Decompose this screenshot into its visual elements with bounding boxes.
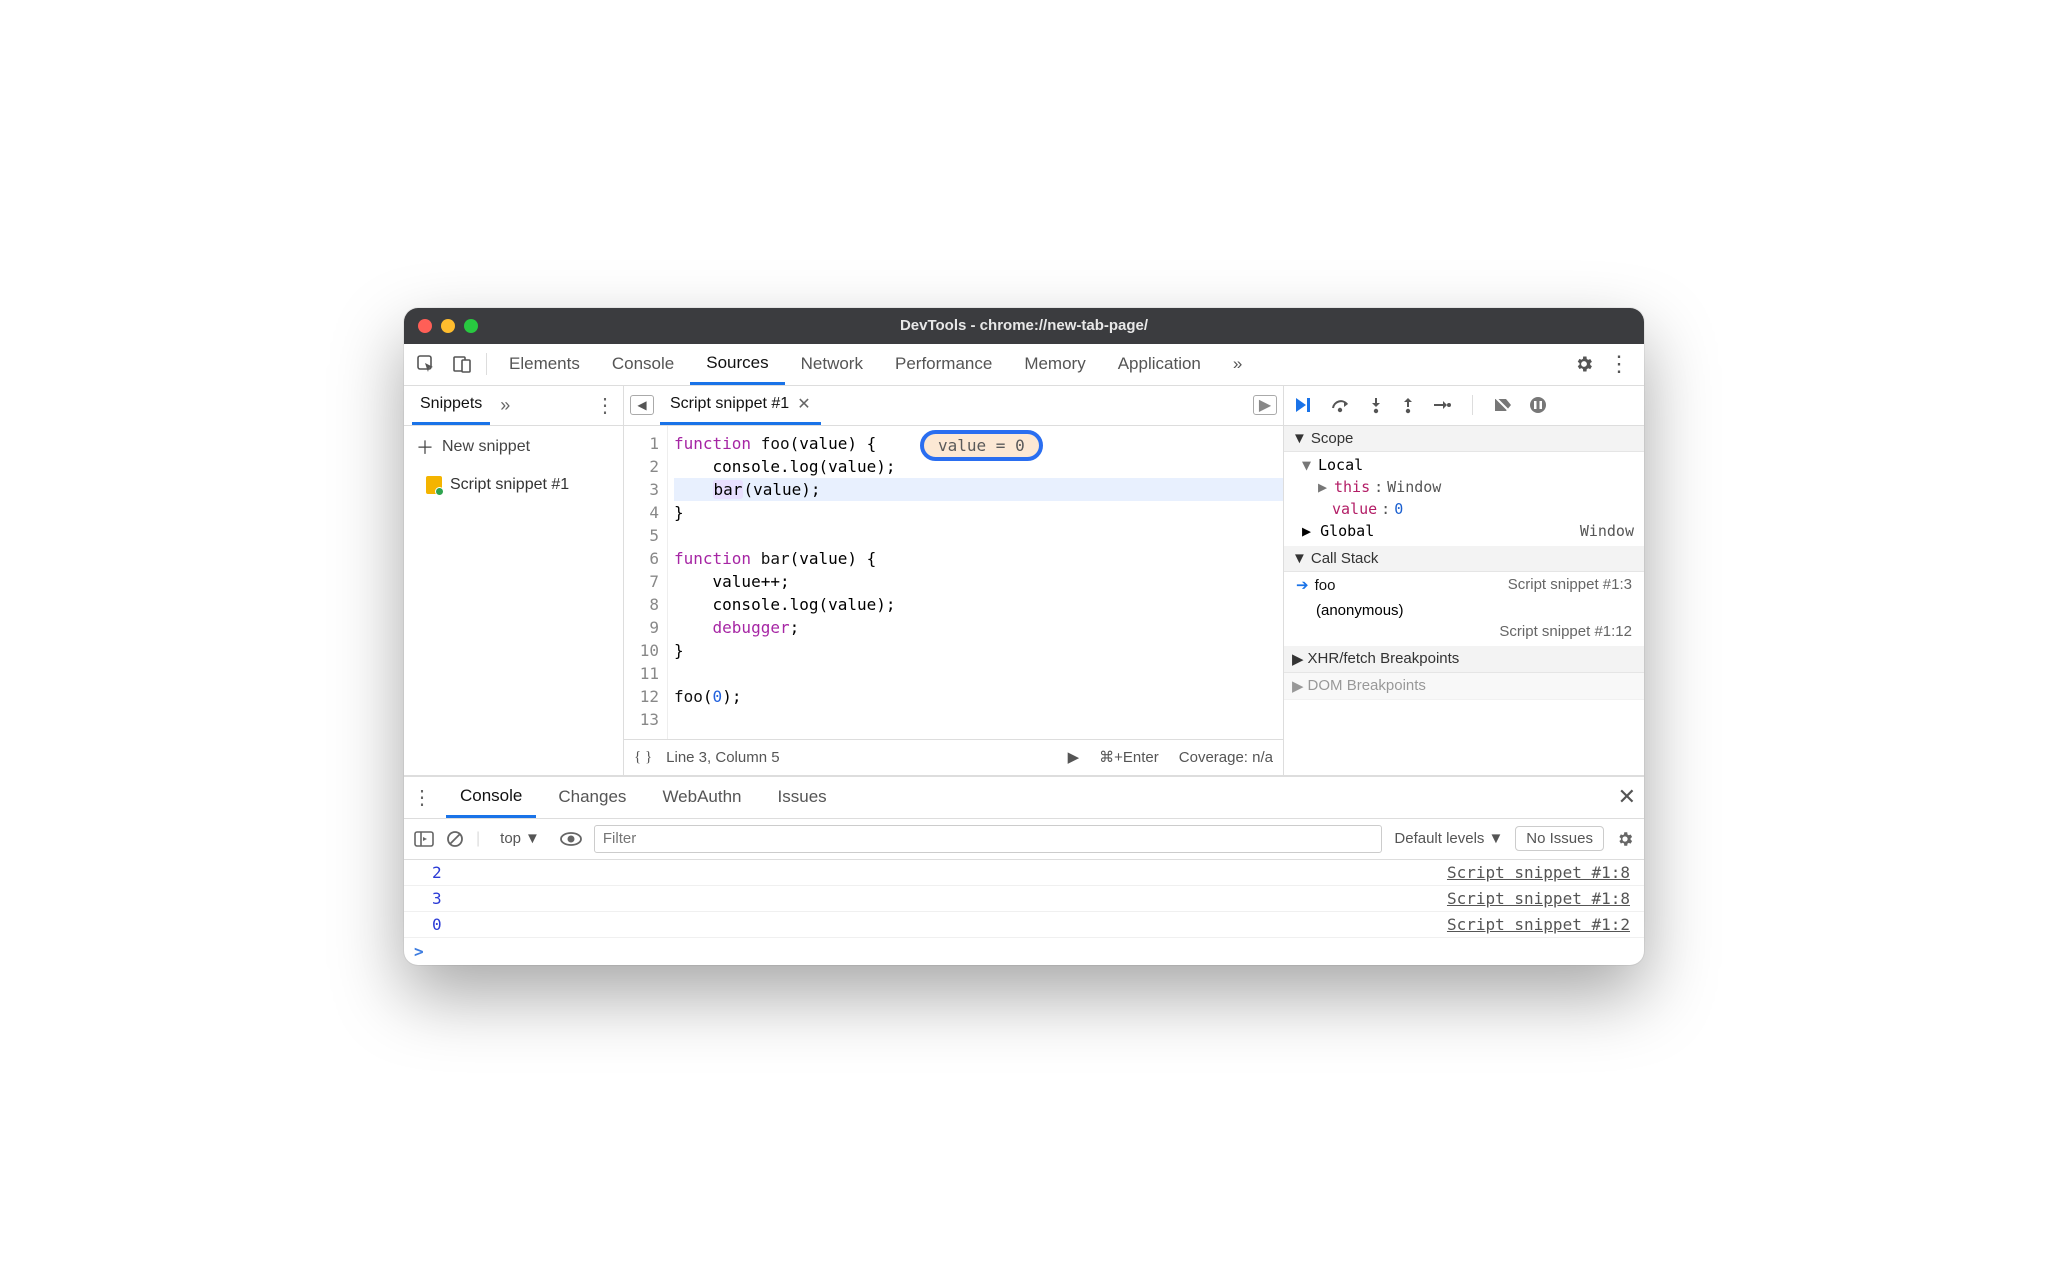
context-selector[interactable]: top ▼ [492,828,548,849]
kebab-menu-icon[interactable]: ⋮ [1608,351,1630,377]
scope-section-header[interactable]: ▼ Scope [1284,426,1644,452]
scope-this-row[interactable]: ▶this: Window [1284,476,1644,498]
settings-gear-icon[interactable] [1574,354,1594,374]
console-log-row[interactable]: 3Script snippet #1:8 [404,886,1644,912]
drawer-menu-icon[interactable]: ⋮ [412,785,432,810]
snippet-file-icon [426,476,442,494]
tab-network[interactable]: Network [785,344,879,385]
window-title: DevTools - chrome://new-tab-page/ [404,317,1644,334]
drawer-panel: ⋮ Console Changes WebAuthn Issues ✕ | to… [404,776,1644,965]
callstack-frame[interactable]: (anonymous) [1284,598,1644,623]
editor-panel: ◀ Script snippet #1 ✕ ▶ 12 34 56 78 910 … [624,386,1284,775]
console-log-row[interactable]: 0Script snippet #1:2 [404,912,1644,938]
console-prompt[interactable]: > [404,938,1644,965]
console-output: 2Script snippet #1:8 3Script snippet #1:… [404,860,1644,965]
sidebar-tab-snippets[interactable]: Snippets [412,386,490,425]
xhr-breakpoints-header[interactable]: ▶ XHR/fetch Breakpoints [1284,646,1644,673]
clear-console-icon[interactable] [446,830,464,848]
dom-breakpoints-header[interactable]: ▶ DOM Breakpoints [1284,673,1644,700]
editor-statusbar: { } Line 3, Column 5 ▶ ⌘+Enter Coverage:… [624,739,1283,775]
no-issues-button[interactable]: No Issues [1515,826,1604,851]
step-button[interactable] [1432,398,1452,412]
tab-console[interactable]: Console [596,344,690,385]
drawer-tab-changes[interactable]: Changes [544,777,640,818]
coverage-label: Coverage: n/a [1179,749,1273,766]
console-settings-icon[interactable] [1616,830,1634,848]
callstack-frame[interactable]: ➔foo Script snippet #1:3 [1284,572,1644,598]
navigator-sidebar: Snippets » ⋮ ＋ New snippet Script snippe… [404,386,624,775]
file-tab-label: Script snippet #1 [670,395,789,413]
inline-value-hint: value = 0 [920,430,1043,461]
window-titlebar: DevTools - chrome://new-tab-page/ [404,308,1644,344]
close-drawer-icon[interactable]: ✕ [1618,784,1636,810]
devtools-window: DevTools - chrome://new-tab-page/ Elemen… [404,308,1644,965]
console-filter-input[interactable] [594,825,1383,853]
tab-performance[interactable]: Performance [879,344,1008,385]
drawer-tab-webauthn[interactable]: WebAuthn [648,777,755,818]
snippet-item-label: Script snippet #1 [450,476,569,494]
step-out-button[interactable] [1400,396,1416,414]
tab-elements[interactable]: Elements [493,344,596,385]
code-editor[interactable]: 12 34 56 78 910 1112 13 function foo(val… [624,426,1283,739]
main-tabbar: Elements Console Sources Network Perform… [404,344,1644,386]
close-tab-icon[interactable]: ✕ [797,394,810,414]
line-gutter: 12 34 56 78 910 1112 13 [624,426,668,739]
resume-button[interactable] [1294,396,1314,414]
pause-on-exceptions-button[interactable] [1529,396,1547,414]
pretty-print-icon[interactable]: { } [634,749,652,766]
run-snippet-icon[interactable]: ▶ [1253,395,1277,415]
deactivate-breakpoints-button[interactable] [1493,396,1513,414]
callstack-frame-location: Script snippet #1:12 [1284,623,1644,646]
device-toolbar-icon[interactable] [444,354,480,374]
inspect-element-icon[interactable] [408,354,444,374]
tab-memory[interactable]: Memory [1008,344,1101,385]
new-snippet-label: New snippet [442,438,530,456]
plus-icon: ＋ [416,434,434,460]
cursor-position: Line 3, Column 5 [666,749,779,766]
new-snippet-button[interactable]: ＋ New snippet [404,426,623,468]
tab-application[interactable]: Application [1102,344,1217,385]
console-sidebar-toggle-icon[interactable] [414,831,434,847]
scope-value-row[interactable]: value: 0 [1284,498,1644,520]
tab-sources[interactable]: Sources [690,344,784,385]
callstack-section-header[interactable]: ▼ Call Stack [1284,546,1644,572]
run-play-icon[interactable]: ▶ [1068,748,1080,766]
live-expression-icon[interactable] [560,832,582,846]
scope-local-header[interactable]: ▼Local [1284,454,1644,476]
sidebar-menu-icon[interactable]: ⋮ [595,393,615,418]
navigator-toggle-icon[interactable]: ◀ [630,395,654,415]
step-into-button[interactable] [1368,396,1384,414]
log-levels-selector[interactable]: Default levels ▼ [1394,830,1503,847]
step-over-button[interactable] [1330,396,1352,414]
snippet-item[interactable]: Script snippet #1 [404,468,623,502]
sidebar-tabs-overflow-icon[interactable]: » [500,395,510,416]
debugger-panel: ▼ Scope ▼Local ▶this: Window value: 0 ▶ … [1284,386,1644,775]
scope-global-row[interactable]: ▶ GlobalWindow [1284,520,1644,542]
console-log-row[interactable]: 2Script snippet #1:8 [404,860,1644,886]
run-shortcut-hint: ⌘+Enter [1099,748,1159,766]
file-tab[interactable]: Script snippet #1 ✕ [660,386,821,425]
drawer-tab-console[interactable]: Console [446,777,536,818]
tabs-overflow-icon[interactable]: » [1217,344,1258,385]
code-lines: function foo(value) { console.log(value)… [668,426,1283,739]
drawer-tab-issues[interactable]: Issues [764,777,841,818]
